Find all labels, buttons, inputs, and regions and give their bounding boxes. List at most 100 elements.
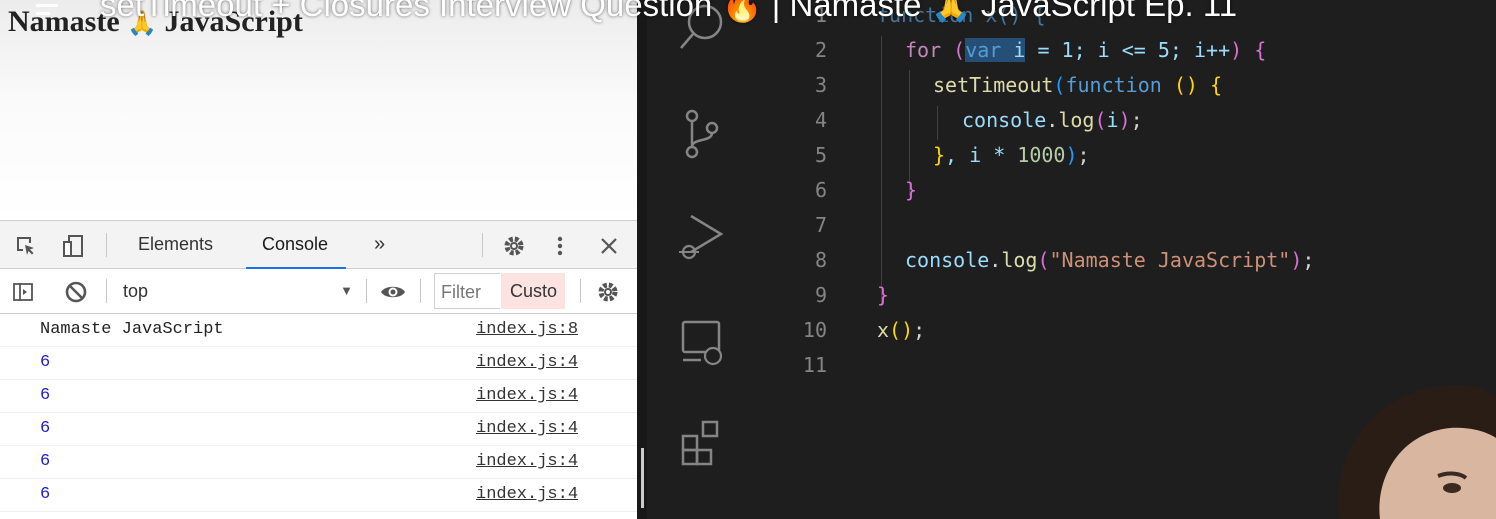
console-message: 6	[40, 452, 51, 471]
close-icon[interactable]	[598, 221, 620, 268]
token-string: "Namaste JavaScript"	[1049, 248, 1291, 272]
token-var-selected: var	[965, 38, 1002, 62]
token-i-selected: i	[1013, 38, 1026, 62]
video-title[interactable]: setTimeout + Closures Interview Question…	[100, 0, 1237, 23]
source-link[interactable]: index.js:4	[476, 446, 578, 478]
token-loop-expr: = 1; i <= 5; i++	[1025, 38, 1231, 62]
token-parens: ()	[889, 318, 914, 342]
indent-guide	[937, 106, 938, 140]
console-settings-gear-icon[interactable]	[596, 269, 620, 313]
token-paren: (	[1037, 248, 1050, 272]
tab-separator	[106, 233, 107, 257]
web-page-content: Namaste 🙏 JavaScript	[0, 0, 640, 220]
source-control-icon[interactable]	[647, 108, 757, 165]
console-row: 6 index.js:4	[0, 446, 637, 479]
token-paren: (	[1053, 73, 1066, 97]
source-link[interactable]: index.js:8	[476, 314, 578, 346]
console-message: 6	[40, 386, 51, 405]
tab-elements[interactable]: Elements	[138, 221, 213, 268]
dropdown-arrow-icon: ▼	[340, 283, 353, 298]
token-semicolon: ;	[1130, 108, 1143, 132]
token-semicolon: ;	[913, 318, 926, 342]
remote-explorer-icon[interactable]	[647, 316, 757, 377]
console-row: 6 index.js:4	[0, 347, 637, 380]
extensions-icon[interactable]	[647, 418, 757, 475]
line-number: 11	[802, 353, 827, 377]
token-semicolon: ;	[1302, 248, 1315, 272]
playlist-icon[interactable]	[36, 0, 64, 16]
log-levels-dropdown[interactable]: Custo	[501, 273, 565, 309]
console-message: 6	[40, 419, 51, 438]
line-number: 4	[814, 108, 827, 132]
more-options-icon[interactable]	[556, 221, 564, 268]
token-i: i	[1106, 108, 1119, 132]
source-link[interactable]: index.js:4	[476, 347, 578, 379]
source-link[interactable]: index.js:4	[476, 380, 578, 412]
token-for: for	[905, 38, 942, 62]
token-paren: )	[1118, 108, 1131, 132]
tab-console[interactable]: Console	[245, 221, 347, 269]
devtools-tab-bar: Elements Console »	[0, 221, 637, 269]
token-paren: )	[1065, 143, 1078, 167]
more-tabs-button[interactable]: »	[374, 221, 385, 268]
vscode-activity-bar	[647, 0, 757, 519]
token-paren: (	[1094, 108, 1107, 132]
devtools-panel: Elements Console » top ▼ Filter Custo Na…	[0, 220, 637, 519]
scrollbar-thumb[interactable]	[641, 448, 644, 508]
code-line-2: for (var i = 1; i <= 5; i++) {	[905, 38, 1266, 62]
token-brace: }	[877, 283, 890, 307]
line-number: 10	[802, 318, 827, 342]
token-parens: ()	[1161, 73, 1198, 97]
code-line-10: x();	[877, 318, 925, 342]
token-semicolon: ;	[1077, 143, 1090, 167]
token-paren: )	[1290, 248, 1303, 272]
source-link[interactable]: index.js:4	[476, 479, 578, 511]
run-debug-icon[interactable]	[647, 210, 757, 271]
toolbar-separator	[580, 279, 581, 303]
console-row: 6 index.js:4	[0, 413, 637, 446]
toolbar-separator	[420, 279, 421, 303]
console-row: 6 index.js:4	[0, 479, 637, 512]
sidebar-toggle-icon[interactable]	[12, 269, 34, 313]
line-number: 5	[814, 143, 827, 167]
line-number: 7	[814, 213, 827, 237]
console-toolbar: top ▼ Filter Custo	[0, 269, 637, 314]
tab-separator	[482, 233, 483, 257]
source-link[interactable]: index.js:4	[476, 413, 578, 445]
token-expr: , i *	[945, 143, 1018, 167]
token-settimeout: setTimeout	[933, 73, 1054, 97]
inspect-element-icon[interactable]	[14, 221, 38, 268]
console-message: 6	[40, 485, 51, 504]
browser-panel: Namaste 🙏 JavaScript Elements Console »	[0, 0, 640, 519]
token-console: console	[905, 248, 990, 272]
token-log: log	[1058, 108, 1095, 132]
clear-console-icon[interactable]	[64, 269, 88, 313]
line-number: 3	[814, 73, 827, 97]
context-selector[interactable]: top ▼	[123, 269, 353, 313]
token-brace: }	[933, 143, 946, 167]
code-line-6: }	[905, 178, 917, 202]
token-dot: .	[1046, 108, 1059, 132]
eye-icon[interactable]	[380, 269, 406, 313]
gear-icon[interactable]	[502, 221, 526, 268]
panel-divider	[637, 0, 647, 519]
filter-input[interactable]: Filter	[434, 273, 500, 309]
token-dot: .	[989, 248, 1002, 272]
code-line-9: }	[877, 283, 889, 307]
token-brace: {	[1254, 38, 1267, 62]
code-line-5: }, i * 1000);	[933, 143, 1090, 167]
toolbar-separator	[366, 279, 367, 303]
code-line-4: console.log(i);	[962, 108, 1143, 132]
console-message: Namaste JavaScript	[40, 320, 224, 339]
line-number: 6	[814, 178, 827, 202]
token-function: function	[1065, 73, 1162, 97]
device-toolbar-icon[interactable]	[60, 221, 86, 268]
console-row: 6 index.js:4	[0, 380, 637, 413]
token-number: 1000	[1017, 143, 1066, 167]
code-line-8: console.log("Namaste JavaScript");	[905, 248, 1314, 272]
toolbar-separator	[106, 279, 107, 303]
token-paren: (	[953, 38, 966, 62]
token-x-call: x	[877, 318, 890, 342]
line-number: 8	[814, 248, 827, 272]
token-paren: )	[1230, 38, 1243, 62]
